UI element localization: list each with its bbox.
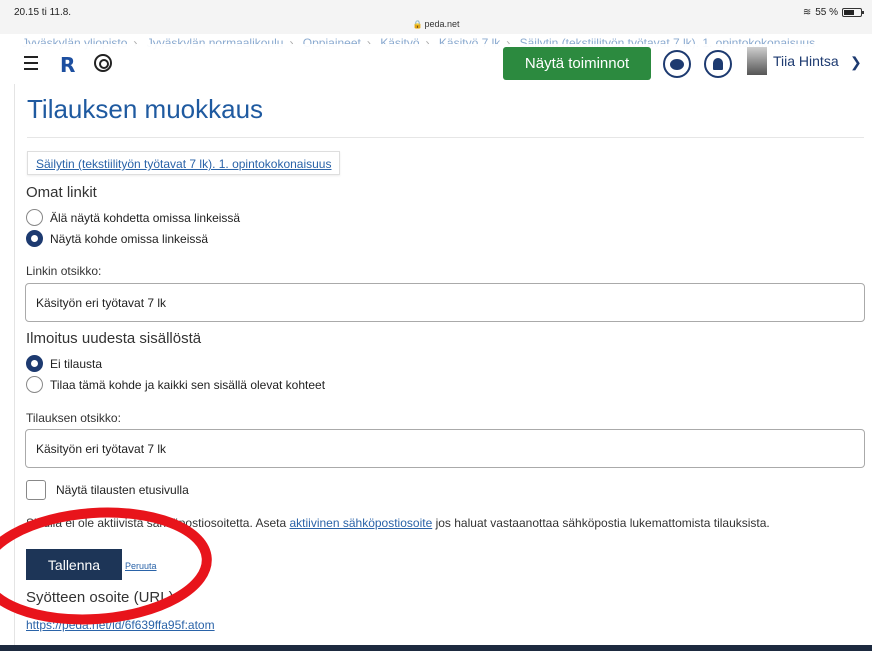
lock-icon: 🔒 bbox=[412, 20, 423, 29]
notification-heading: Ilmoitus uudesta sisällöstä bbox=[26, 330, 202, 347]
radio-label: Älä näytä kohdetta omissa linkeissä bbox=[50, 210, 241, 225]
battery-indicator: ≋ 55 % bbox=[802, 7, 864, 18]
radio-hide-in-own-links[interactable]: Älä näytä kohdetta omissa linkeissä bbox=[26, 209, 240, 226]
subscription-title-input[interactable] bbox=[25, 429, 865, 468]
cancel-link[interactable]: Peruuta bbox=[125, 561, 157, 571]
active-email-link[interactable]: aktiivinen sähköpostiosoite bbox=[289, 516, 432, 530]
address-text: peda.net bbox=[424, 19, 460, 29]
radio-label: Näytä kohde omissa linkeissä bbox=[50, 231, 209, 246]
page-title: Tilauksen muokkaus bbox=[27, 94, 264, 124]
own-links-heading: Omat linkit bbox=[26, 184, 97, 201]
save-button[interactable]: Tallenna bbox=[26, 549, 122, 580]
bell-icon[interactable] bbox=[704, 50, 732, 78]
main-content: Tilauksen muokkaus Säilytin (tekstiility… bbox=[14, 84, 872, 646]
radio-subscribe-all[interactable]: Tilaa tämä kohde ja kaikki sen sisällä o… bbox=[26, 376, 325, 393]
link-title-label: Linkin otsikko: bbox=[26, 264, 102, 278]
device-status-bar: 20.15 ti 11.8. 🔒 peda.net ≋ 55 % bbox=[0, 0, 872, 34]
peda-logo-icon[interactable]: R bbox=[60, 53, 75, 77]
radio-show-in-own-links[interactable]: Näytä kohde omissa linkeissä bbox=[26, 230, 208, 247]
feed-url-link[interactable]: https://peda.net/id/6f639ffa95f:atom bbox=[26, 618, 215, 632]
title-divider bbox=[27, 137, 864, 138]
show-on-front-checkbox-row[interactable]: Näytä tilausten etusivulla bbox=[26, 480, 189, 500]
radio-button[interactable] bbox=[26, 209, 43, 226]
search-icon[interactable] bbox=[94, 54, 112, 72]
avatar[interactable] bbox=[747, 47, 767, 75]
radio-no-subscription[interactable]: Ei tilausta bbox=[26, 355, 102, 372]
feed-url-heading: Syötteen osoite (URL) bbox=[26, 589, 174, 606]
bottom-bar bbox=[0, 645, 872, 651]
battery-icon bbox=[842, 8, 864, 17]
wifi-icon: ≋ bbox=[802, 7, 812, 18]
email-notice: Sinulla ei ole aktiivista sähköpostiosoi… bbox=[26, 516, 770, 530]
radio-button-selected[interactable] bbox=[26, 230, 43, 247]
status-time: 20.15 ti 11.8. bbox=[14, 7, 72, 18]
radio-button[interactable] bbox=[26, 376, 43, 393]
subscribed-item-link[interactable]: Säilytin (tekstiilityön työtavat 7 lk). … bbox=[27, 151, 341, 175]
checkbox-label: Näytä tilausten etusivulla bbox=[56, 483, 189, 497]
radio-label: Ei tilausta bbox=[50, 356, 103, 371]
user-name[interactable]: Tiia Hintsa bbox=[773, 53, 839, 69]
chat-icon[interactable] bbox=[663, 50, 691, 78]
chevron-down-icon[interactable]: ❯ bbox=[850, 54, 862, 71]
link-title-input[interactable] bbox=[25, 283, 865, 322]
subscription-title-label: Tilauksen otsikko: bbox=[26, 411, 121, 425]
notice-text: Sinulla ei ole aktiivista sähköpostiosoi… bbox=[26, 516, 290, 530]
top-navigation: R Näytä toiminnot Tiia Hintsa ❯ bbox=[0, 44, 872, 84]
notice-text-end: jos haluat vastaanottaa sähköpostia luke… bbox=[432, 516, 770, 530]
radio-button-selected[interactable] bbox=[26, 355, 43, 372]
menu-icon[interactable] bbox=[24, 56, 38, 70]
show-actions-button[interactable]: Näytä toiminnot bbox=[503, 47, 651, 80]
radio-label: Tilaa tämä kohde ja kaikki sen sisällä o… bbox=[50, 377, 326, 392]
show-on-front-checkbox[interactable] bbox=[26, 480, 46, 500]
address-bar[interactable]: 🔒 peda.net bbox=[0, 19, 872, 29]
battery-percent: 55 % bbox=[815, 7, 838, 18]
